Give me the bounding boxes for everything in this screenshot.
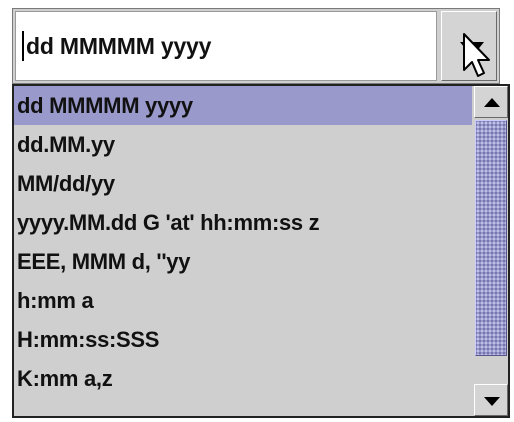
list-item[interactable]: dd.MM.yy bbox=[14, 125, 472, 164]
list-item[interactable]: yyyy.MM.dd G 'at' hh:mm:ss z bbox=[14, 203, 472, 242]
vertical-scrollbar[interactable] bbox=[474, 86, 508, 416]
list-item[interactable]: K:mm a,z bbox=[14, 359, 472, 398]
combobox-value: dd MMMMM yyyy bbox=[26, 32, 212, 59]
list-item-selected[interactable]: dd MMMMM yyyy bbox=[14, 86, 472, 125]
scroll-up-button[interactable] bbox=[474, 86, 508, 118]
mouse-cursor-icon bbox=[463, 33, 490, 77]
down-arrow-icon bbox=[484, 397, 500, 406]
text-caret bbox=[22, 31, 24, 61]
list-item[interactable]: H:mm:ss:SSS bbox=[14, 320, 472, 359]
dropdown-popup: dd MMMMM yyyy dd.MM.yy MM/dd/yy yyyy.MM.… bbox=[12, 84, 510, 418]
format-list: dd MMMMM yyyy dd.MM.yy MM/dd/yy yyyy.MM.… bbox=[14, 86, 472, 416]
scrollbar-track[interactable] bbox=[474, 356, 508, 384]
scrollbar-thumb[interactable] bbox=[475, 120, 507, 356]
up-arrow-icon bbox=[484, 98, 500, 107]
combobox-editor[interactable]: dd MMMMM yyyy bbox=[15, 11, 437, 81]
scroll-down-button[interactable] bbox=[474, 384, 508, 416]
date-format-combobox[interactable]: dd MMMMM yyyy bbox=[12, 8, 500, 84]
list-item[interactable]: EEE, MMM d, ''yy bbox=[14, 242, 472, 281]
list-item[interactable]: MM/dd/yy bbox=[14, 164, 472, 203]
list-item[interactable]: h:mm a bbox=[14, 281, 472, 320]
combobox-dropdown-button[interactable] bbox=[441, 11, 497, 81]
